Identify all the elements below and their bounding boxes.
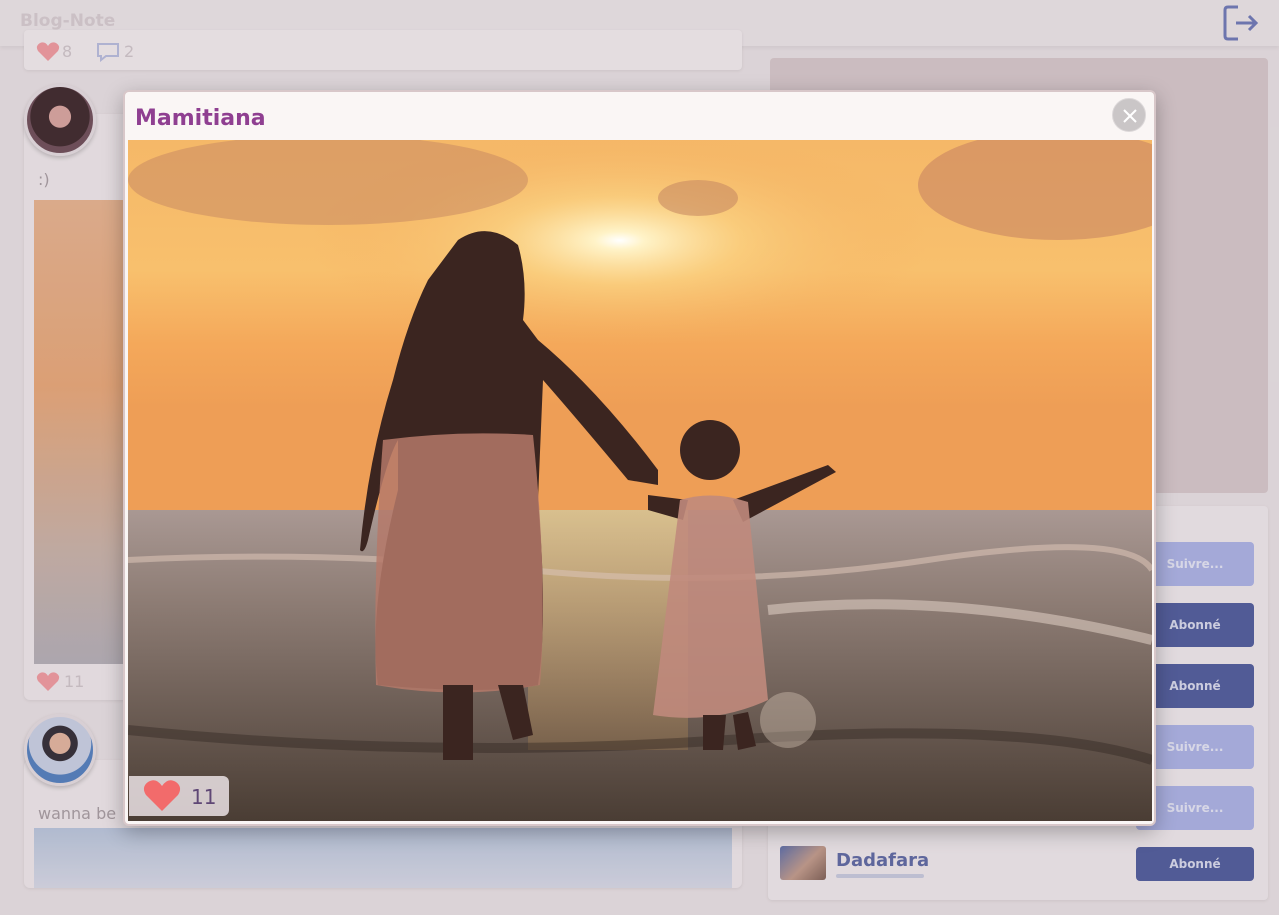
like-button[interactable]: 11 (129, 776, 229, 816)
close-icon (1123, 109, 1137, 123)
photo-modal: Mamitiana 11 (123, 90, 1156, 826)
modal-author[interactable]: Mamitiana (135, 106, 266, 131)
post-photo (128, 140, 1152, 821)
like-count: 11 (191, 785, 217, 809)
close-button[interactable] (1112, 98, 1146, 132)
heart-icon (143, 780, 181, 811)
